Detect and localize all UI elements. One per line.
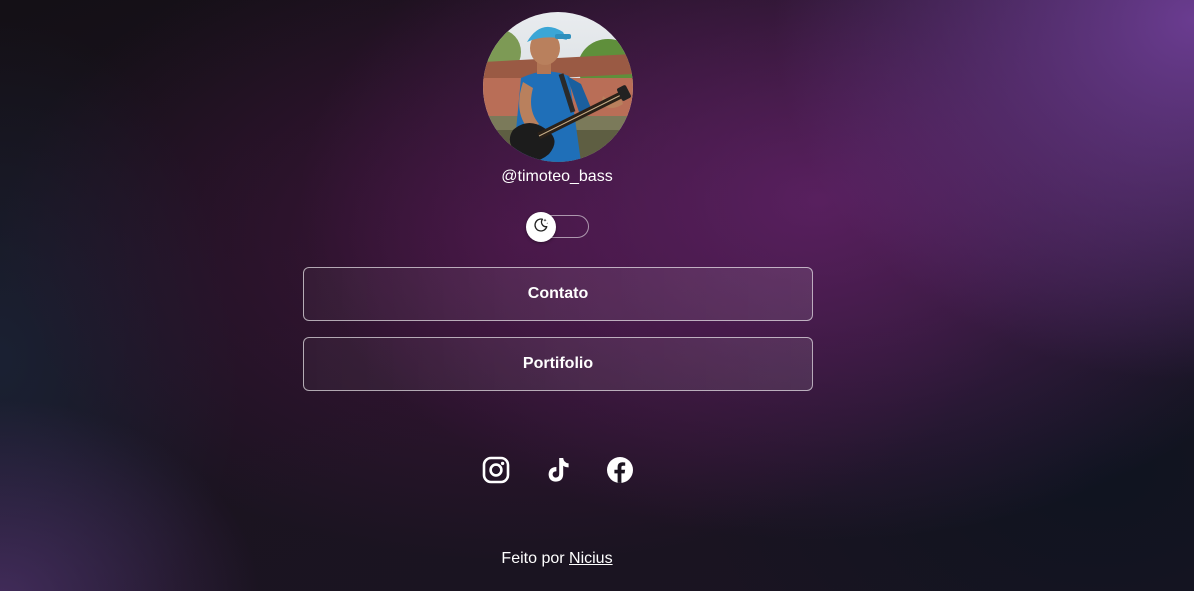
author-link[interactable]: Nicius	[569, 550, 613, 567]
tiktok-icon[interactable]	[544, 456, 572, 484]
avatar-photo	[483, 12, 633, 162]
theme-toggle[interactable]	[526, 212, 589, 242]
footer-prefix: Feito por	[501, 550, 570, 567]
profile-avatar	[483, 12, 633, 162]
facebook-icon[interactable]	[606, 456, 634, 484]
portfolio-button[interactable]: Portifolio	[303, 337, 813, 391]
footer: Feito por Nicius	[0, 548, 1114, 570]
contato-button[interactable]: Contato	[303, 267, 813, 321]
profile-handle: @timoteo_bass	[501, 168, 613, 185]
instagram-icon[interactable]	[482, 456, 510, 484]
toggle-knob[interactable]	[526, 212, 556, 242]
moon-icon	[533, 217, 549, 238]
